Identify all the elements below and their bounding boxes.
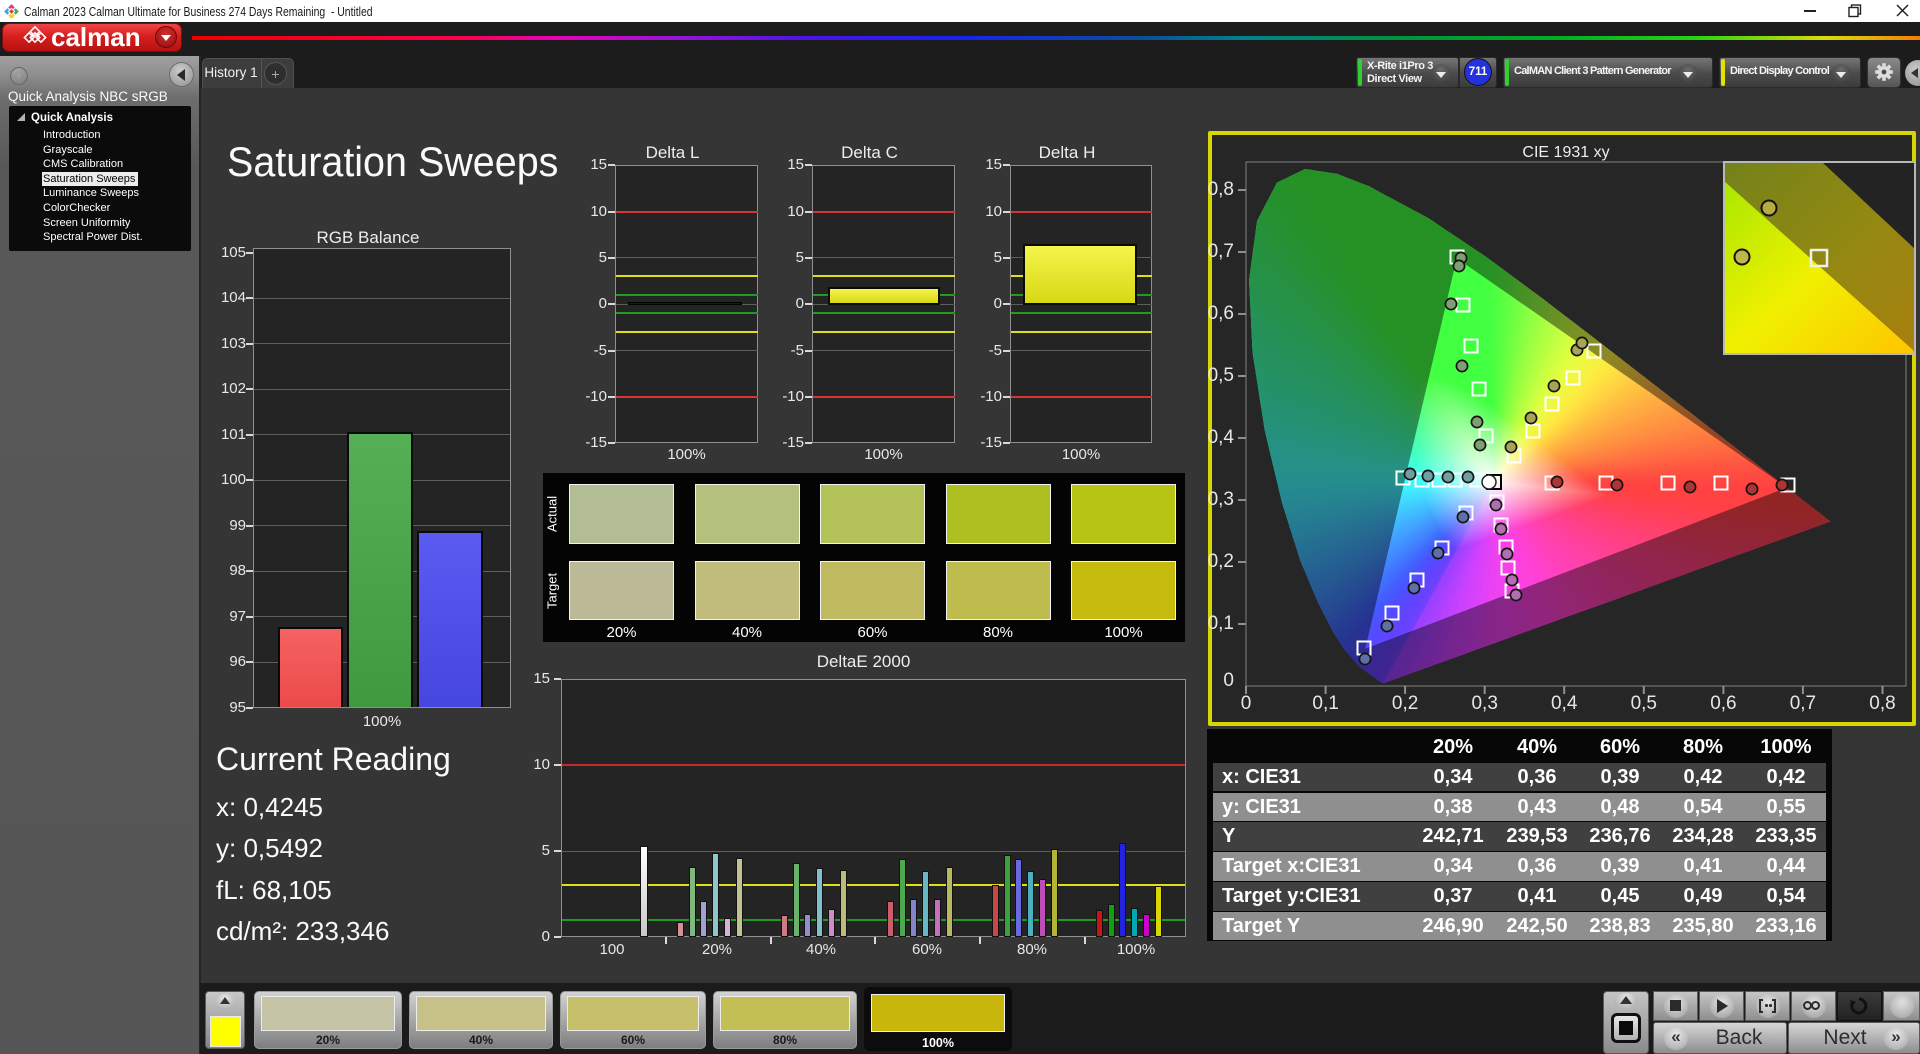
svg-text:0: 0 xyxy=(1241,693,1252,714)
svg-text:0,1: 0,1 xyxy=(1208,613,1234,634)
svg-text:0,6: 0,6 xyxy=(1710,693,1736,714)
svg-text:0,4: 0,4 xyxy=(1551,693,1578,714)
svg-text:0,2: 0,2 xyxy=(1392,693,1418,714)
svg-text:0,1: 0,1 xyxy=(1312,693,1338,714)
svg-text:0,8: 0,8 xyxy=(1869,693,1895,714)
svg-text:0,5: 0,5 xyxy=(1208,365,1234,386)
svg-text:0,8: 0,8 xyxy=(1208,179,1234,200)
svg-text:0,4: 0,4 xyxy=(1208,427,1235,448)
svg-text:0,7: 0,7 xyxy=(1790,693,1816,714)
svg-text:0,7: 0,7 xyxy=(1208,241,1234,262)
svg-text:0,3: 0,3 xyxy=(1471,693,1497,714)
svg-text:0,2: 0,2 xyxy=(1208,551,1234,572)
svg-text:0: 0 xyxy=(1223,670,1234,691)
svg-text:0,6: 0,6 xyxy=(1208,303,1234,324)
svg-text:0,5: 0,5 xyxy=(1631,693,1657,714)
svg-text:0,3: 0,3 xyxy=(1208,489,1234,510)
